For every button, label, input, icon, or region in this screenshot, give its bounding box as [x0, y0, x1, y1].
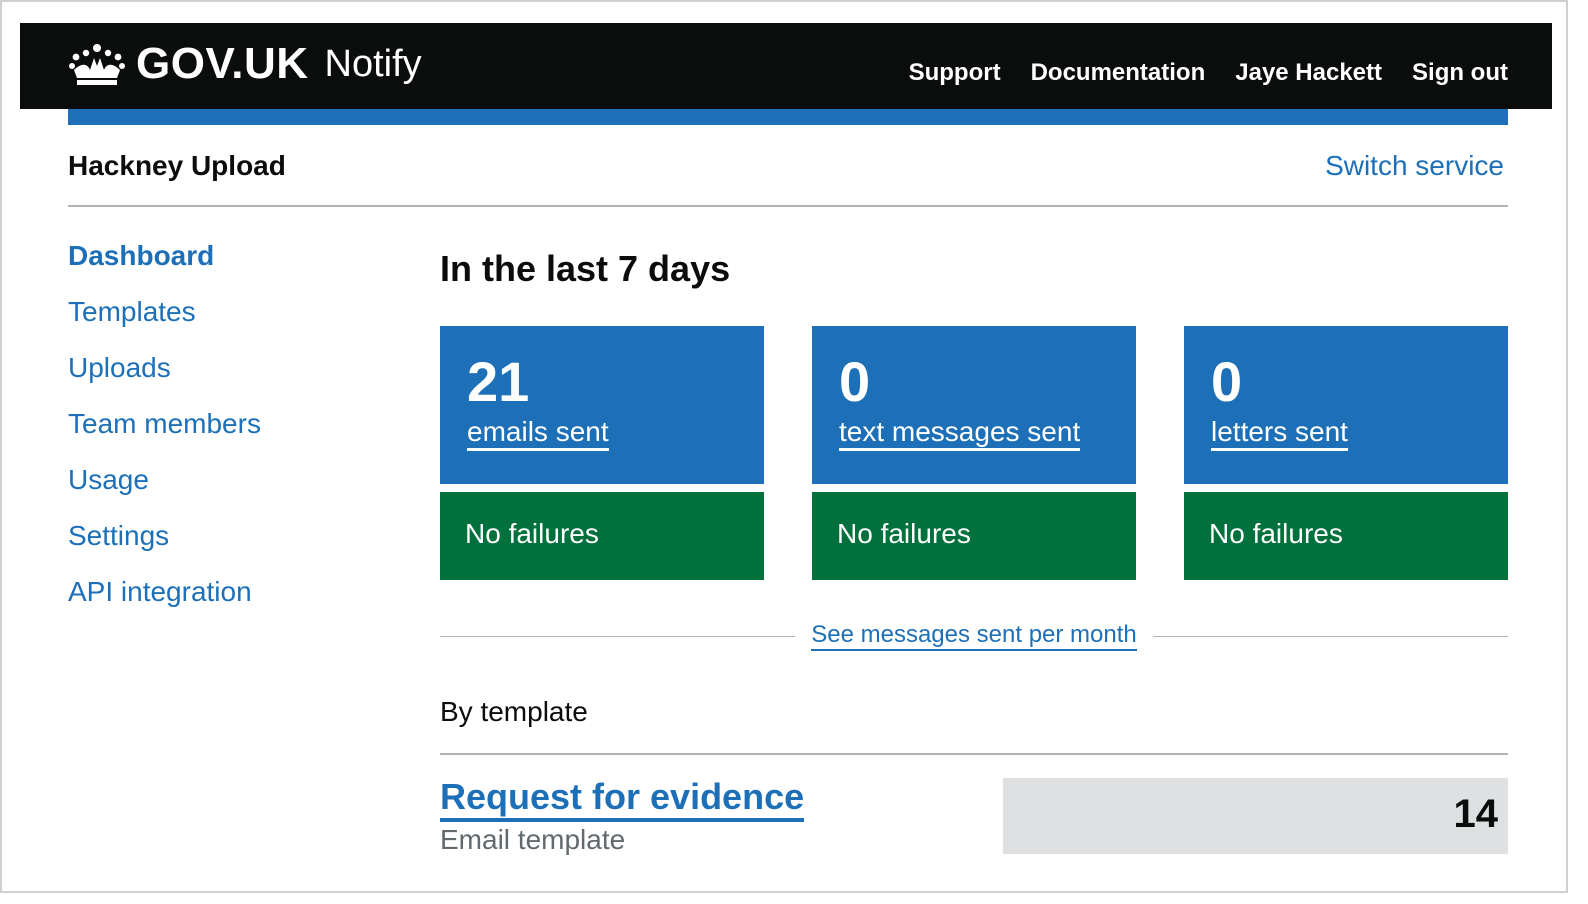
- letters-sent-link[interactable]: letters sent: [1211, 416, 1348, 451]
- divider-line-right: [1152, 635, 1509, 637]
- stats-tiles: 21 emails sent No failures 0 text messag…: [440, 326, 1508, 580]
- sidebar-item-uploads: Uploads: [68, 352, 261, 408]
- emails-sent-link[interactable]: emails sent: [467, 416, 609, 451]
- emails-tile: 21 emails sent No failures: [440, 326, 764, 580]
- text-messages-tile: 0 text messages sent No failures: [812, 326, 1136, 580]
- govuk-logo-link[interactable]: GOV.UK Notify: [68, 39, 422, 89]
- sidebar-item-api-integration: API integration: [68, 576, 261, 632]
- sidebar-item-settings: Settings: [68, 520, 261, 576]
- switch-service-link[interactable]: Switch service: [1325, 150, 1504, 182]
- crown-icon: [69, 44, 125, 85]
- settings-link[interactable]: Settings: [68, 520, 169, 551]
- text-messages-sent-link[interactable]: text messages sent: [839, 416, 1081, 451]
- messages-per-month-link[interactable]: See messages sent per month: [811, 621, 1137, 651]
- header-nav: Support Documentation Jaye Hackett Sign …: [909, 59, 1508, 87]
- letters-tile: 0 letters sent No failures: [1184, 326, 1508, 580]
- main-content: In the last 7 days 21 emails sent No fai…: [440, 248, 1509, 855]
- dashboard-link[interactable]: Dashboard: [68, 240, 214, 271]
- sign-out-link[interactable]: Sign out: [1412, 59, 1508, 87]
- letters-failures-status: No failures: [1184, 492, 1508, 580]
- govuk-wordmark: GOV.UK: [136, 39, 309, 88]
- documentation-link[interactable]: Documentation: [1031, 59, 1206, 87]
- product-name: Notify: [324, 42, 422, 85]
- template-type: Email template: [440, 824, 626, 855]
- text-messages-tile-summary: 0 text messages sent: [812, 326, 1136, 484]
- letters-sent-count: 0: [1211, 350, 1243, 413]
- browser-frame: GOV.UK Notify Support Documentation Jaye…: [0, 0, 1568, 893]
- service-divider: [68, 205, 1508, 207]
- sidebar-item-team-members: Team members: [68, 408, 261, 464]
- usage-link[interactable]: Usage: [68, 464, 149, 495]
- text-messages-failures-status: No failures: [812, 492, 1136, 580]
- page-heading: In the last 7 days: [440, 248, 731, 289]
- team-members-link[interactable]: Team members: [68, 408, 261, 439]
- by-template-divider: [440, 753, 1508, 755]
- sidebar-item-usage: Usage: [68, 464, 261, 520]
- template-name-link[interactable]: Request for evidence: [440, 776, 805, 822]
- uploads-link[interactable]: Uploads: [68, 352, 171, 383]
- header: GOV.UK Notify Support Documentation Jaye…: [20, 23, 1552, 109]
- template-usage-count: 14: [1453, 792, 1499, 836]
- header-blue-rule: [68, 109, 1508, 125]
- templates-link[interactable]: Templates: [68, 296, 196, 327]
- user-profile-link[interactable]: Jaye Hackett: [1235, 59, 1382, 87]
- service-name: Hackney Upload: [68, 150, 286, 181]
- emails-failures-status: No failures: [440, 492, 764, 580]
- letters-tile-summary: 0 letters sent: [1184, 326, 1508, 484]
- api-integration-link[interactable]: API integration: [68, 576, 252, 607]
- by-template-heading: By template: [440, 696, 588, 727]
- sidebar-item-templates: Templates: [68, 296, 261, 352]
- template-usage-bar: 14: [1003, 778, 1508, 854]
- monthly-link-row: See messages sent per month: [440, 618, 1509, 654]
- emails-tile-summary: 21 emails sent: [440, 326, 764, 484]
- emails-sent-count: 21: [467, 350, 530, 413]
- divider-line-left: [440, 635, 796, 637]
- support-link[interactable]: Support: [909, 59, 1001, 87]
- text-messages-sent-count: 0: [839, 350, 871, 413]
- sidebar-nav: Dashboard Templates Uploads Team members…: [68, 240, 261, 632]
- sidebar-item-dashboard: Dashboard: [68, 240, 261, 296]
